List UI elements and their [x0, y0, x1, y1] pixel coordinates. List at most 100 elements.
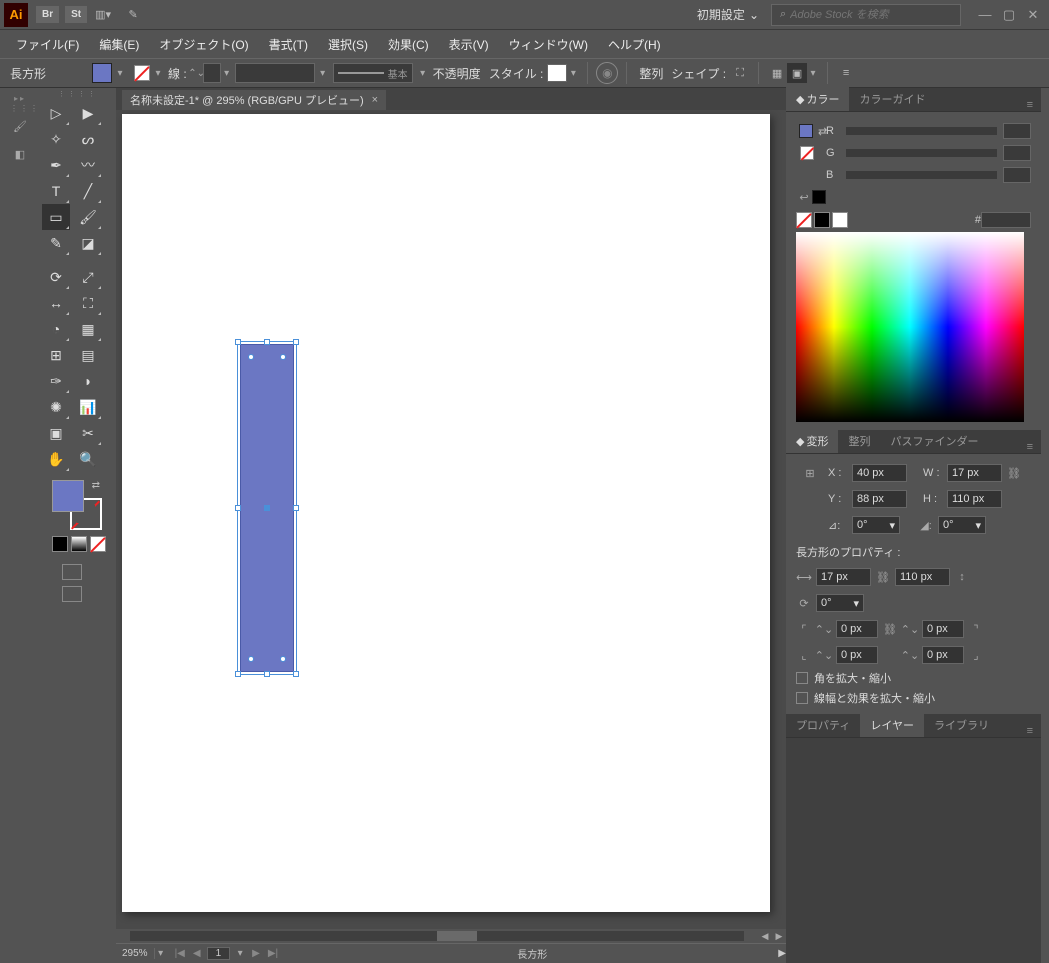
link-wh-icon[interactable]: ⛓: [1006, 465, 1022, 481]
pen-tool[interactable]: ✒: [42, 152, 70, 178]
bridge-button[interactable]: Br: [36, 6, 59, 23]
canvas[interactable]: [116, 110, 786, 929]
menu-window[interactable]: ウィンドウ(W): [499, 32, 598, 57]
rotate-tool[interactable]: ⟳: [42, 264, 70, 290]
stroke-weight-dropdown[interactable]: ▾: [221, 68, 233, 79]
style-dropdown[interactable]: ▾: [567, 68, 579, 79]
stock-button[interactable]: St: [65, 6, 87, 23]
stroke-weight-stepper[interactable]: ⌃⌄: [191, 68, 203, 79]
shaper-tool[interactable]: ✎: [42, 230, 70, 256]
control-menu-icon[interactable]: ≡: [836, 63, 856, 83]
link-rect-wh-icon[interactable]: ⛓: [875, 569, 891, 585]
opacity-label[interactable]: 不透明度: [433, 65, 481, 82]
column-graph-tool[interactable]: 📊: [74, 394, 102, 420]
artboard[interactable]: [122, 114, 770, 912]
selection-tool[interactable]: ▷: [42, 100, 70, 126]
documents-icon[interactable]: ▥▾: [93, 5, 113, 25]
stroke-dropdown[interactable]: ▾: [152, 68, 164, 79]
menu-type[interactable]: 書式(T): [259, 32, 318, 57]
stroke-indicator[interactable]: [800, 146, 814, 160]
tab-close-icon[interactable]: ×: [372, 94, 378, 106]
palette-icon[interactable]: ◧: [10, 144, 30, 164]
gradient-tool[interactable]: ▤: [74, 342, 102, 368]
menu-help[interactable]: ヘルプ(H): [598, 32, 671, 57]
menu-view[interactable]: 表示(V): [439, 32, 499, 57]
next-artboard-icon[interactable]: ▶: [250, 948, 262, 959]
isolate-icon[interactable]: ▦: [767, 63, 787, 83]
slice-tool[interactable]: ✂: [74, 420, 102, 446]
tab-color[interactable]: ◆カラー: [786, 87, 849, 111]
magic-wand-tool[interactable]: ✧: [42, 126, 70, 152]
corner-tr-input[interactable]: [922, 620, 964, 638]
fill-dropdown[interactable]: ▾: [114, 68, 126, 79]
status-menu-icon[interactable]: ▶: [778, 948, 786, 959]
stock-search[interactable]: ⌕: [771, 4, 961, 26]
close-button[interactable]: ✕: [1021, 5, 1045, 25]
scroll-right-icon[interactable]: ▶: [772, 931, 786, 942]
dock-grip[interactable]: ▸▸: [10, 94, 30, 102]
y-input[interactable]: [852, 490, 907, 508]
color-mode-solid[interactable]: [52, 536, 68, 552]
dock-grip-2[interactable]: ⋮⋮⋮: [10, 104, 30, 112]
shape-label[interactable]: シェイプ :: [671, 65, 726, 82]
menu-edit[interactable]: 編集(E): [89, 32, 149, 57]
black-swatch[interactable]: [814, 212, 830, 228]
artboard-number[interactable]: 1: [207, 947, 231, 960]
fill-box[interactable]: [52, 480, 84, 512]
angle-input[interactable]: 0°▾: [852, 516, 900, 534]
lasso-tool[interactable]: ᔕ: [74, 126, 102, 152]
document-tab[interactable]: 名称未設定-1* @ 295% (RGB/GPU プレビュー) ×: [122, 90, 386, 110]
menu-select[interactable]: 選択(S): [318, 32, 378, 57]
w-input[interactable]: [947, 464, 1002, 482]
tab-transform[interactable]: ◆変形: [786, 429, 838, 453]
corner-br-input[interactable]: [922, 646, 964, 664]
rectangle-tool[interactable]: ▭: [42, 204, 70, 230]
h-input[interactable]: [947, 490, 1002, 508]
g-slider[interactable]: [846, 149, 997, 157]
direct-selection-tool[interactable]: ▶: [74, 100, 102, 126]
r-value[interactable]: [1003, 123, 1031, 139]
brush-dropdown[interactable]: ▾: [417, 68, 429, 79]
tab-properties[interactable]: プロパティ: [786, 713, 860, 737]
corner-bl-input[interactable]: [836, 646, 878, 664]
last-artboard-icon[interactable]: ▶|: [266, 948, 280, 959]
none-swatch[interactable]: [796, 212, 812, 228]
align-label[interactable]: 整列: [639, 65, 663, 82]
link-corners-icon[interactable]: ⛓: [882, 621, 898, 637]
eraser-tool[interactable]: ◪: [74, 230, 102, 256]
tab-libraries[interactable]: ライブラリ: [924, 713, 999, 737]
paintbrush-tool[interactable]: 🖌: [74, 204, 102, 230]
paint-icon[interactable]: 🖌: [10, 116, 30, 136]
hand-tool[interactable]: ✋: [42, 446, 70, 472]
gpu-icon[interactable]: ✎: [123, 5, 143, 25]
width-tool[interactable]: ↔: [42, 290, 70, 316]
maximize-button[interactable]: ▢: [997, 5, 1021, 25]
corner-tl-input[interactable]: [836, 620, 878, 638]
white-swatch[interactable]: [832, 212, 848, 228]
fill-stroke-control[interactable]: ⇄: [52, 480, 102, 530]
edit-contents-icon[interactable]: ▣: [787, 63, 807, 83]
zoom-tool[interactable]: 🔍: [74, 446, 102, 472]
recolor-icon[interactable]: ◉: [596, 62, 618, 84]
tab-color-guide[interactable]: カラーガイド: [849, 87, 935, 111]
scroll-left-icon[interactable]: ◀: [758, 931, 772, 942]
brush-select[interactable]: 基本: [333, 63, 413, 83]
workspace-preset[interactable]: 初期設定: [697, 6, 759, 23]
scrollbar-horizontal[interactable]: ◀ ▶: [116, 929, 786, 943]
style-swatch[interactable]: [547, 64, 567, 82]
shape-mode-icon[interactable]: ⛶: [730, 63, 750, 83]
color-mode-gradient[interactable]: [71, 536, 87, 552]
color-mode-none[interactable]: [90, 536, 106, 552]
stroke-weight-input[interactable]: [203, 63, 221, 83]
color-spectrum[interactable]: [796, 232, 1024, 422]
draw-behind[interactable]: [62, 586, 82, 602]
line-tool[interactable]: ╱: [74, 178, 102, 204]
rect-w-input[interactable]: [816, 568, 871, 586]
artboard-tool[interactable]: ▣: [42, 420, 70, 446]
rect-h-input[interactable]: [895, 568, 950, 586]
rect-angle-input[interactable]: 0°▾: [816, 594, 864, 612]
x-input[interactable]: [852, 464, 907, 482]
tab-layers[interactable]: レイヤー: [860, 713, 924, 737]
prev-artboard-icon[interactable]: ◀: [191, 948, 203, 959]
layers-panel-menu-icon[interactable]: ≡: [1019, 725, 1041, 737]
